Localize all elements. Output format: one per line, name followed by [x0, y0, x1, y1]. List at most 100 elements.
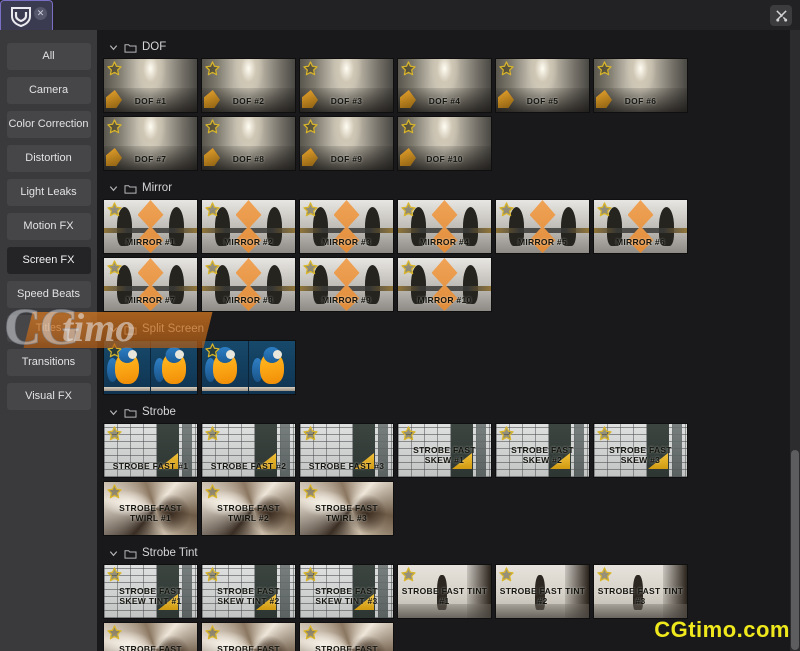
favorite-star-icon[interactable]: [107, 202, 122, 217]
effect-thumbnail[interactable]: STROBE FAST #1: [103, 423, 198, 478]
favorite-star-icon[interactable]: [401, 426, 416, 441]
effect-thumbnail[interactable]: STROBE FAST TINT #3: [593, 564, 688, 619]
favorite-star-icon[interactable]: [107, 119, 122, 134]
favorite-star-icon[interactable]: [303, 484, 318, 499]
favorite-star-icon[interactable]: [205, 426, 220, 441]
effect-thumbnail[interactable]: STROBE FAST TWIRL TINT #3: [299, 622, 394, 651]
sidebar-item-all[interactable]: All: [6, 43, 91, 70]
effect-thumbnail[interactable]: DOF #1: [103, 58, 198, 113]
favorite-star-icon[interactable]: [107, 260, 122, 275]
favorite-star-icon[interactable]: [205, 567, 220, 582]
effects-browser[interactable]: DOF DOF #1 DOF #2 DOF #3 DOF #4 DOF #5 DOF #6 D…: [97, 30, 800, 651]
favorite-star-icon[interactable]: [597, 426, 612, 441]
favorite-star-icon[interactable]: [205, 625, 220, 640]
effect-thumbnail[interactable]: DOF #3: [299, 58, 394, 113]
favorite-star-icon[interactable]: [107, 567, 122, 582]
favorite-star-icon[interactable]: [499, 426, 514, 441]
favorite-star-icon[interactable]: [205, 61, 220, 76]
sidebar-item-color-correction[interactable]: Color Correction: [6, 111, 91, 138]
chevron-down-icon[interactable]: [108, 42, 119, 53]
effect-thumbnail[interactable]: STROBE FAST SKEW TINT #1: [103, 564, 198, 619]
effect-thumbnail[interactable]: DOF #9: [299, 116, 394, 171]
effect-thumbnail[interactable]: DOF #2: [201, 58, 296, 113]
favorite-star-icon[interactable]: [303, 119, 318, 134]
effect-thumbnail[interactable]: DOF #8: [201, 116, 296, 171]
chevron-down-icon[interactable]: [108, 548, 119, 559]
favorite-star-icon[interactable]: [205, 202, 220, 217]
chevron-down-icon[interactable]: [108, 407, 119, 418]
vertical-scrollbar-thumb[interactable]: [791, 450, 799, 650]
sidebar-item-transitions[interactable]: Transitions: [6, 349, 91, 376]
section-header[interactable]: DOF: [103, 36, 786, 58]
favorite-star-icon[interactable]: [107, 625, 122, 640]
effect-thumbnail[interactable]: STROBE FAST TWIRL #1: [103, 481, 198, 536]
favorite-star-icon[interactable]: [499, 567, 514, 582]
section-header[interactable]: Mirror: [103, 177, 786, 199]
vertical-scrollbar-track[interactable]: [790, 30, 800, 651]
favorite-star-icon[interactable]: [303, 202, 318, 217]
effect-thumbnail[interactable]: MIRROR #9: [299, 257, 394, 312]
favorite-star-icon[interactable]: [107, 426, 122, 441]
effect-thumbnail[interactable]: STROBE FAST SKEW #3: [593, 423, 688, 478]
favorite-star-icon[interactable]: [107, 61, 122, 76]
project-tab[interactable]: ✕: [0, 0, 53, 30]
effect-thumbnail[interactable]: STROBE FAST SKEW TINT #2: [201, 564, 296, 619]
sidebar-item-distortion[interactable]: Distortion: [6, 145, 91, 172]
favorite-star-icon[interactable]: [303, 625, 318, 640]
section-header[interactable]: Split Screen: [103, 318, 786, 340]
effect-thumbnail[interactable]: STROBE FAST SKEW #1: [397, 423, 492, 478]
sidebar-item-speed-beats[interactable]: Speed Beats: [6, 281, 91, 308]
effect-thumbnail[interactable]: STROBE FAST TINT #1: [397, 564, 492, 619]
tools-button[interactable]: [770, 5, 792, 26]
favorite-star-icon[interactable]: [107, 343, 122, 358]
section-header[interactable]: Strobe: [103, 401, 786, 423]
favorite-star-icon[interactable]: [401, 202, 416, 217]
favorite-star-icon[interactable]: [401, 61, 416, 76]
effect-thumbnail[interactable]: DOF #5: [495, 58, 590, 113]
effect-thumbnail[interactable]: MIRROR #10: [397, 257, 492, 312]
effect-thumbnail[interactable]: MIRROR #1: [103, 199, 198, 254]
effect-thumbnail[interactable]: STROBE FAST TWIRL #2: [201, 481, 296, 536]
effect-thumbnail[interactable]: STROBE FAST SKEW TINT #3: [299, 564, 394, 619]
favorite-star-icon[interactable]: [499, 61, 514, 76]
favorite-star-icon[interactable]: [499, 202, 514, 217]
favorite-star-icon[interactable]: [205, 343, 220, 358]
section-header[interactable]: Strobe Tint: [103, 542, 786, 564]
effect-thumbnail[interactable]: MIRROR #7: [103, 257, 198, 312]
sidebar-item-visual-fx[interactable]: Visual FX: [6, 383, 91, 410]
effect-thumbnail[interactable]: STROBE FAST TWIRL #3: [299, 481, 394, 536]
sidebar-item-screen-fx[interactable]: Screen FX: [6, 247, 91, 274]
sidebar-item-light-leaks[interactable]: Light Leaks: [6, 179, 91, 206]
effect-thumbnail[interactable]: DOF #6: [593, 58, 688, 113]
favorite-star-icon[interactable]: [205, 119, 220, 134]
favorite-star-icon[interactable]: [401, 260, 416, 275]
favorite-star-icon[interactable]: [303, 260, 318, 275]
favorite-star-icon[interactable]: [205, 260, 220, 275]
chevron-down-icon[interactable]: [108, 324, 119, 335]
effect-thumbnail[interactable]: STROBE FAST TWIRL TINT #2: [201, 622, 296, 651]
sidebar-item-camera[interactable]: Camera: [6, 77, 91, 104]
effect-thumbnail[interactable]: DOF #7: [103, 116, 198, 171]
favorite-star-icon[interactable]: [401, 119, 416, 134]
effect-thumbnail[interactable]: MIRROR #2: [201, 199, 296, 254]
effect-thumbnail[interactable]: DOF #4: [397, 58, 492, 113]
favorite-star-icon[interactable]: [303, 567, 318, 582]
effect-thumbnail[interactable]: STROBE FAST TINT #2: [495, 564, 590, 619]
favorite-star-icon[interactable]: [401, 567, 416, 582]
effect-thumbnail[interactable]: MIRROR #5: [495, 199, 590, 254]
effect-thumbnail[interactable]: STROBE FAST TWIRL TINT #1: [103, 622, 198, 651]
favorite-star-icon[interactable]: [107, 484, 122, 499]
effect-thumbnail[interactable]: MIRROR #4: [397, 199, 492, 254]
effect-thumbnail[interactable]: [201, 340, 296, 395]
sidebar-item-titles[interactable]: Titles: [6, 315, 91, 342]
effect-thumbnail[interactable]: [103, 340, 198, 395]
favorite-star-icon[interactable]: [597, 61, 612, 76]
effect-thumbnail[interactable]: MIRROR #8: [201, 257, 296, 312]
favorite-star-icon[interactable]: [597, 567, 612, 582]
sidebar-item-motion-fx[interactable]: Motion FX: [6, 213, 91, 240]
effect-thumbnail[interactable]: STROBE FAST #3: [299, 423, 394, 478]
favorite-star-icon[interactable]: [303, 426, 318, 441]
effect-thumbnail[interactable]: MIRROR #6: [593, 199, 688, 254]
effect-thumbnail[interactable]: STROBE FAST SKEW #2: [495, 423, 590, 478]
close-circle-icon[interactable]: ✕: [34, 7, 47, 20]
